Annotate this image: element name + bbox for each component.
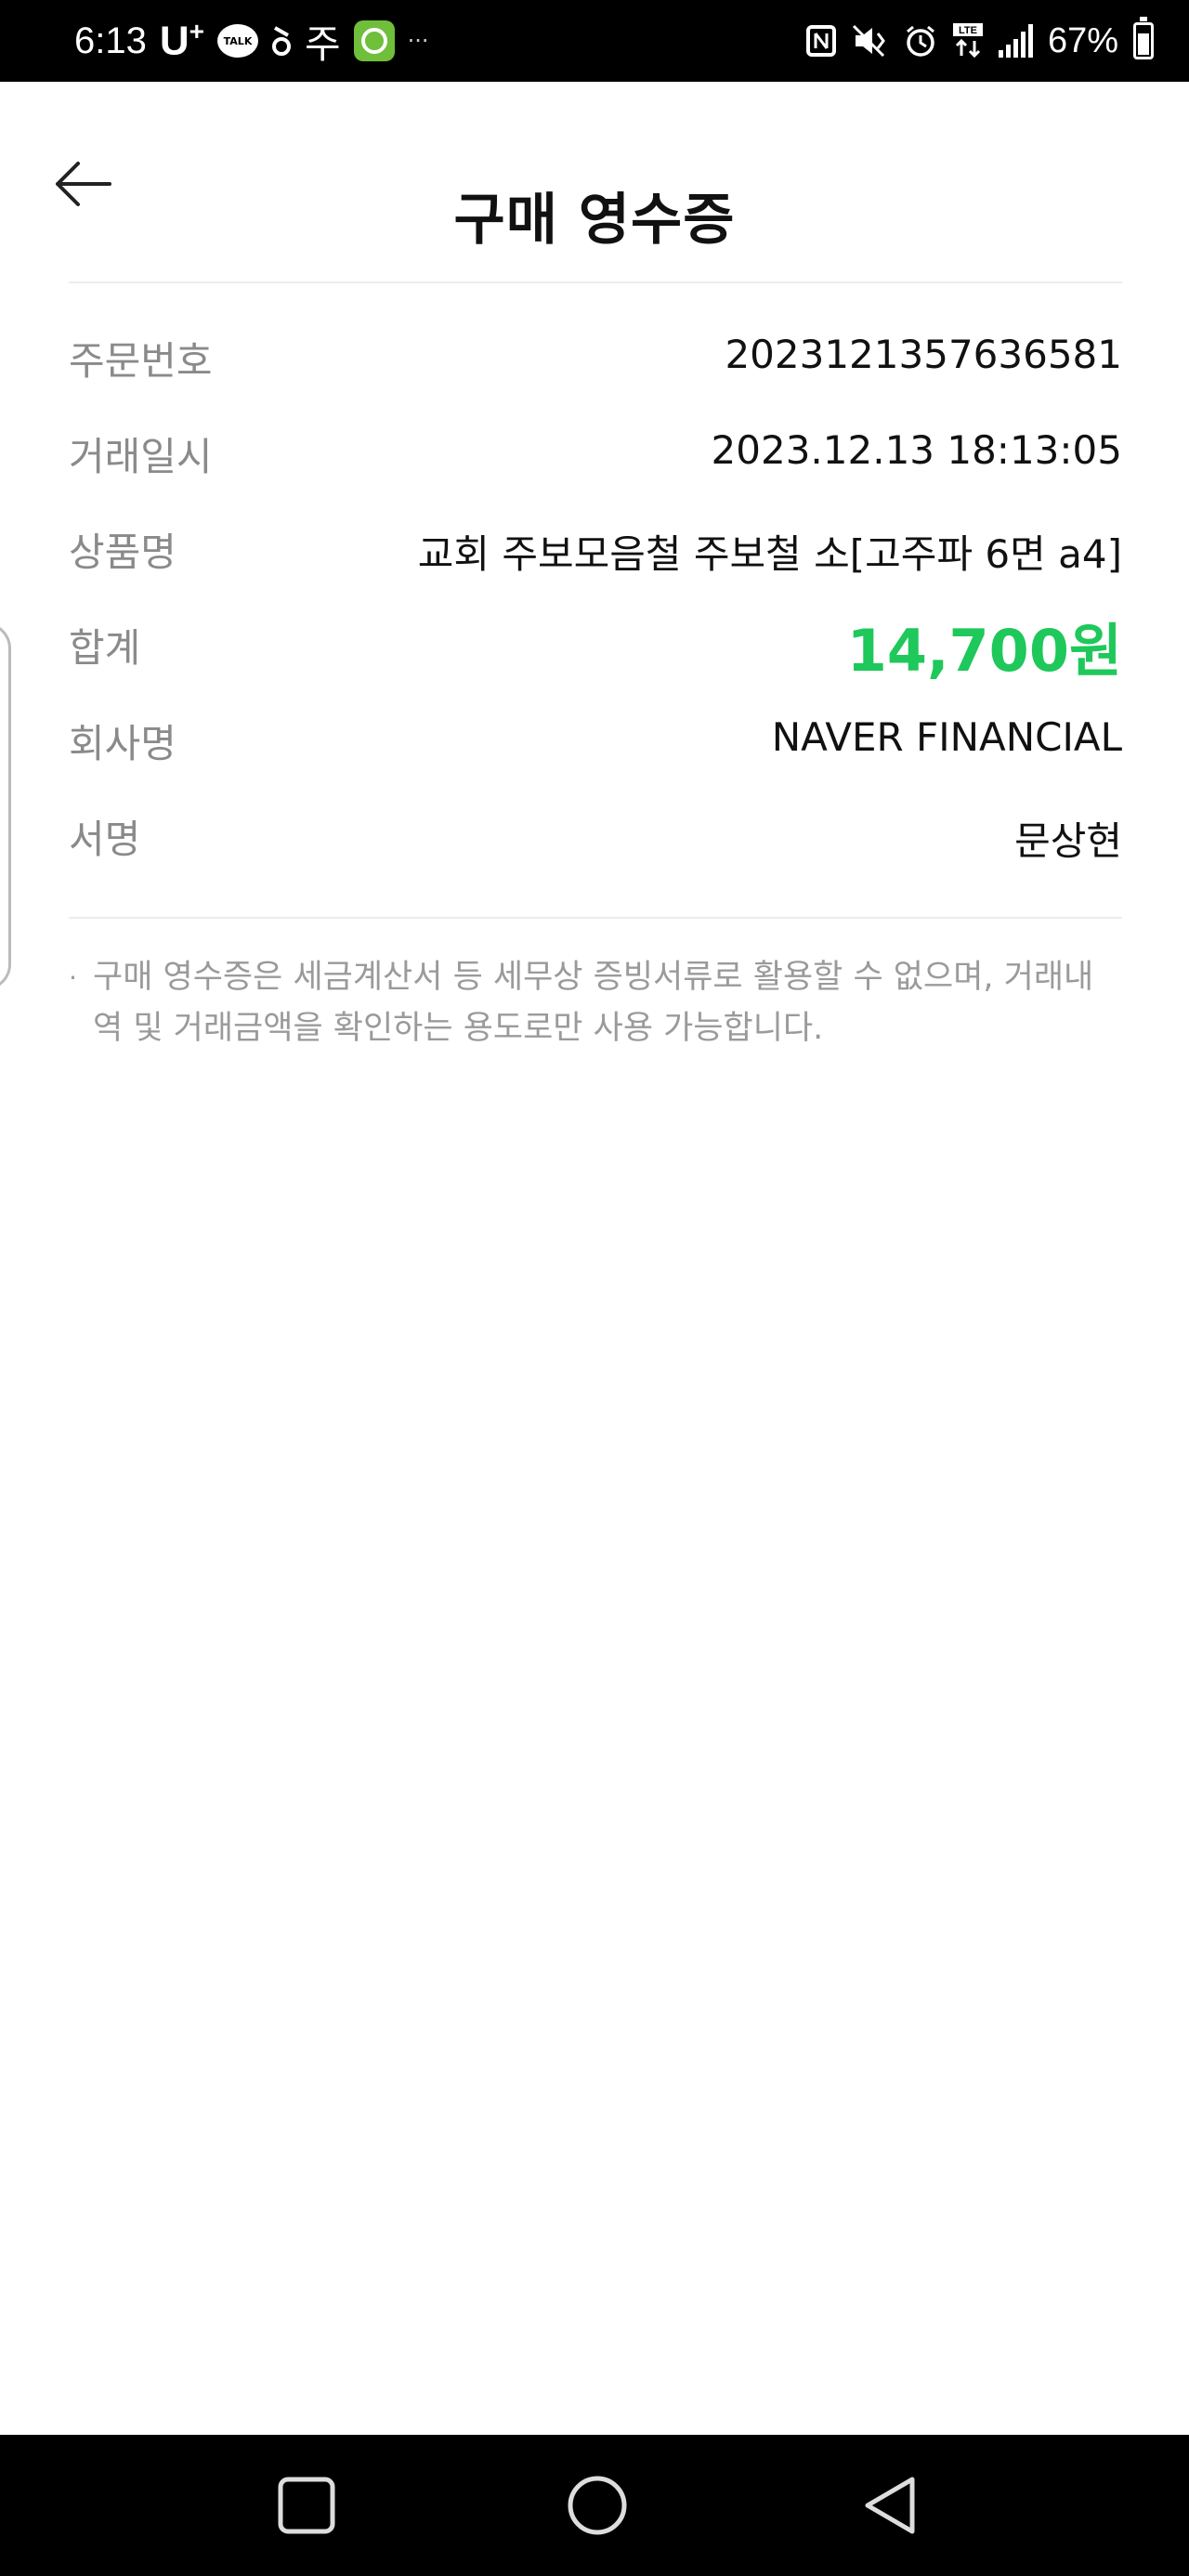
signature-label: 서명 xyxy=(69,817,141,862)
ju-icon: 주 xyxy=(305,20,341,67)
more-dots-icon: ··· xyxy=(407,28,429,54)
talk-icon: TALK xyxy=(217,24,258,58)
product-name-value: 교회 주보모음철 주보철 소[고주파 6면 a4] xyxy=(417,531,1122,577)
top-divider xyxy=(69,281,1122,283)
product-name-label: 상품명 xyxy=(69,530,176,575)
signal-icon xyxy=(998,24,1033,58)
back-icon xyxy=(865,2477,915,2534)
navigation-bar xyxy=(0,2435,1189,2576)
product-name-row: 상품명 교회 주보모음철 주보철 소[고주파 6면 a4] xyxy=(69,521,1122,617)
green-app-icon xyxy=(353,20,395,61)
company-name-label: 회사명 xyxy=(69,721,176,766)
notification-icon xyxy=(271,24,292,58)
company-name-value: NAVER FINANCIAL xyxy=(771,714,1122,760)
transaction-date-value: 2023.12.13 18:13:05 xyxy=(711,427,1122,473)
header: 구매 영수증 xyxy=(0,82,1189,268)
svg-text:LTE: LTE xyxy=(959,25,977,36)
mute-icon xyxy=(852,24,889,58)
carrier-label: U+ xyxy=(159,17,204,64)
order-number-value: 2023121357636581 xyxy=(725,332,1122,377)
total-label: 합계 xyxy=(69,625,141,671)
page-title: 구매 영수증 xyxy=(453,188,736,253)
notice-text: 구매 영수증은 세금계산서 등 세무상 증빙서류로 활용할 수 없으며, 거래내… xyxy=(93,959,1094,1047)
recent-apps-icon xyxy=(278,2477,335,2534)
notice-bullet: · xyxy=(69,962,77,993)
bottom-divider xyxy=(69,917,1122,919)
company-name-row: 회사명 NAVER FINANCIAL xyxy=(69,713,1122,808)
home-icon xyxy=(568,2476,627,2535)
lte-icon: LTE xyxy=(952,22,984,59)
total-row: 합계 14,700원 xyxy=(69,617,1122,713)
order-number-label: 주문번호 xyxy=(69,338,213,384)
nfc-icon xyxy=(805,24,837,58)
edge-panel-handle[interactable] xyxy=(0,622,11,990)
alarm-icon xyxy=(904,24,937,58)
home-button[interactable] xyxy=(560,2468,634,2543)
recent-apps-button[interactable] xyxy=(269,2468,344,2543)
transaction-date-label: 거래일시 xyxy=(69,434,213,479)
battery-percent: 67% xyxy=(1047,20,1118,60)
battery-icon xyxy=(1133,17,1154,59)
total-amount: 14,700원 xyxy=(846,617,1122,685)
signature-value: 문상현 xyxy=(1014,818,1122,864)
status-time: 6:13 xyxy=(74,20,147,61)
receipt-notice: · 구매 영수증은 세금계산서 등 세무상 증빙서류로 활용할 수 없으며, 거… xyxy=(69,952,1122,1054)
order-number-row: 주문번호 2023121357636581 xyxy=(69,330,1122,425)
status-bar: 6:13 U+ TALK 주 ··· LTE 67% xyxy=(0,0,1189,82)
system-back-button[interactable] xyxy=(853,2468,927,2543)
transaction-date-row: 거래일시 2023.12.13 18:13:05 xyxy=(69,425,1122,521)
signature-row: 서명 문상현 xyxy=(69,808,1122,904)
receipt-details: 주문번호 2023121357636581 거래일시 2023.12.13 18… xyxy=(69,330,1122,904)
